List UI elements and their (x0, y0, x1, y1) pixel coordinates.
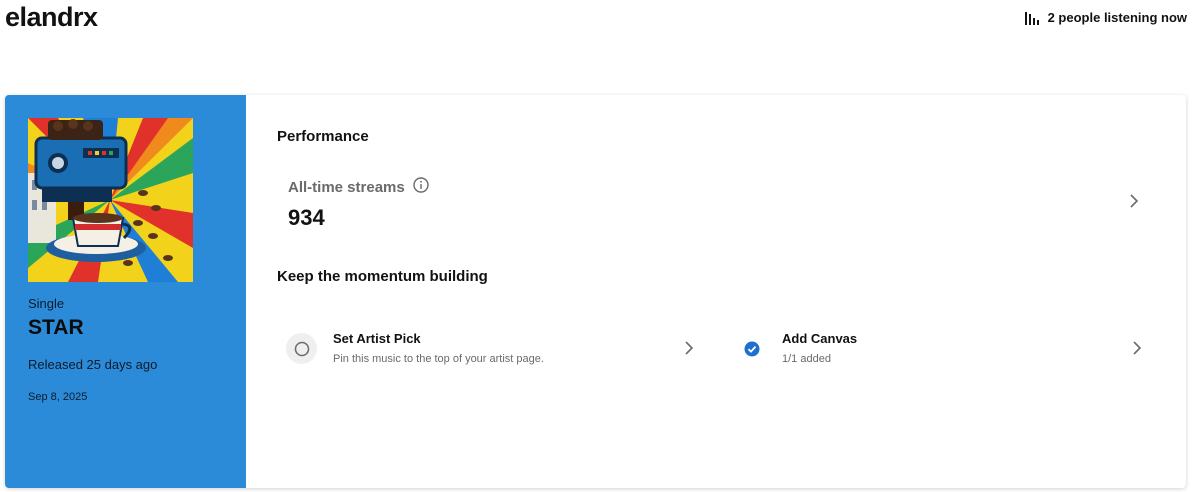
task-subtitle: 1/1 added (782, 353, 831, 365)
all-time-streams-label: All-time streams (288, 177, 429, 197)
task-subtitle: Pin this music to the top of your artist… (333, 353, 544, 365)
release-type: Single (28, 296, 65, 311)
performance-heading: Performance (277, 128, 369, 145)
check-circle-icon (736, 333, 767, 364)
bar-chart-icon (1024, 11, 1040, 25)
chevron-right-icon (1132, 340, 1142, 361)
chevron-right-icon (1129, 193, 1139, 214)
momentum-heading: Keep the momentum building (277, 268, 488, 285)
cover-art[interactable] (28, 118, 193, 282)
all-time-streams-value: 934 (288, 205, 325, 230)
info-icon[interactable] (413, 177, 429, 197)
task-set-artist-pick[interactable]: Set Artist Pick Pin this music to the to… (286, 320, 710, 380)
all-time-streams-row[interactable]: All-time streams 934 (277, 165, 1157, 241)
release-card: Single STAR Released 25 days ago Sep 8, … (5, 95, 1186, 488)
chevron-right-icon (684, 340, 694, 361)
artist-name: elandrx (5, 2, 98, 32)
release-panel: Single STAR Released 25 days ago Sep 8, … (5, 95, 246, 488)
released-ago: Released 25 days ago (28, 357, 158, 372)
listening-now-indicator: 2 people listening now (1024, 10, 1187, 25)
all-time-streams-label-text: All-time streams (288, 178, 405, 196)
task-title: Set Artist Pick (333, 331, 421, 346)
top-bar: elandrx 2 people listening now (0, 0, 1200, 40)
task-title: Add Canvas (782, 331, 858, 346)
task-add-canvas[interactable]: Add Canvas 1/1 added (736, 320, 1158, 380)
radio-unchecked-icon (286, 333, 317, 364)
release-main: Performance All-time streams 934 Keep th… (246, 95, 1186, 488)
release-date: Sep 8, 2025 (28, 391, 88, 403)
release-title[interactable]: STAR (28, 316, 84, 340)
listening-now-text: 2 people listening now (1047, 10, 1187, 25)
